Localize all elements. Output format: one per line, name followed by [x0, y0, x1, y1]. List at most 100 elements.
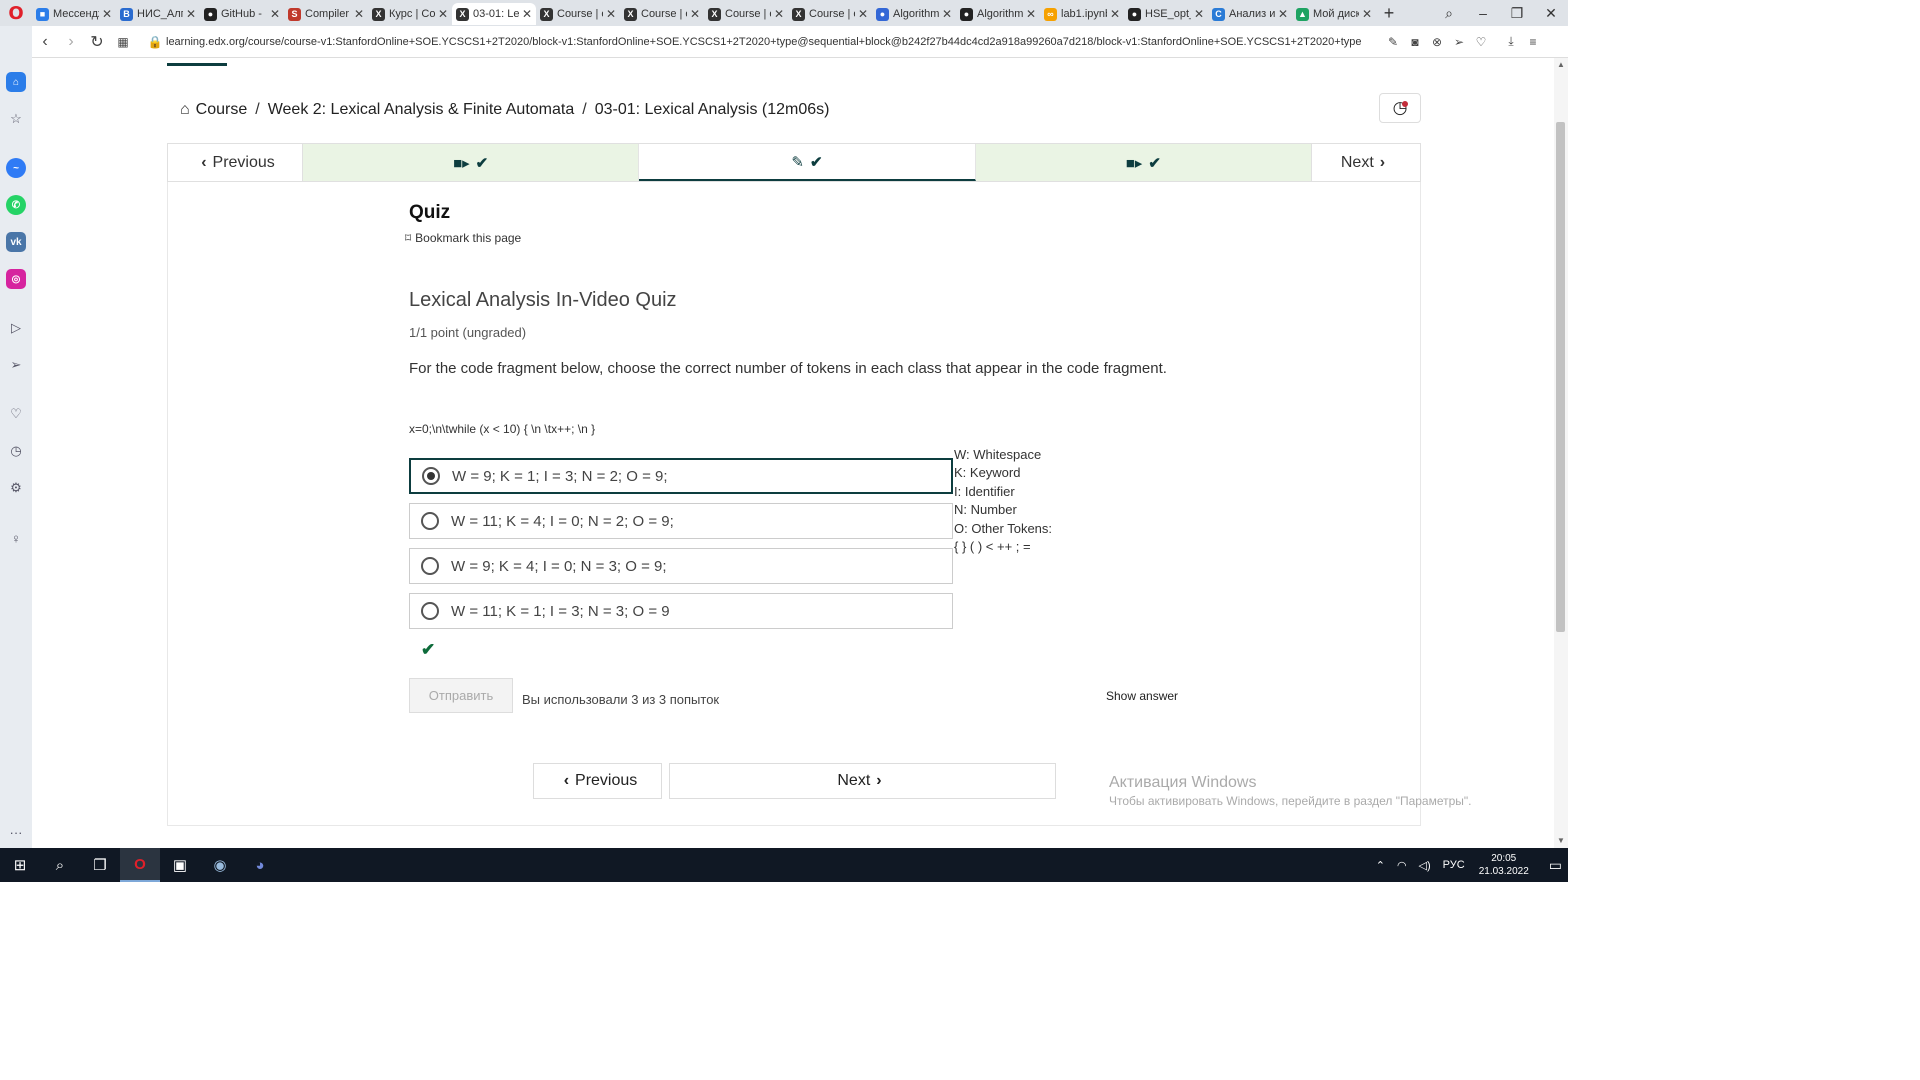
bottom-previous-button[interactable]: ‹ Previous: [533, 763, 662, 799]
close-tab-icon[interactable]: ✕: [858, 7, 868, 21]
browser-tab[interactable]: ● HSE_opt_ ✕: [1124, 3, 1208, 25]
discord-taskbar-icon[interactable]: ◕: [240, 848, 280, 882]
history-icon[interactable]: ◷: [6, 441, 26, 461]
unit-video-2[interactable]: ■▸ ✔: [975, 144, 1311, 181]
sequence-next-button[interactable]: Next ›: [1310, 144, 1420, 181]
volume-icon[interactable]: ◁): [1419, 859, 1431, 872]
breadcrumb-course[interactable]: Course: [196, 101, 248, 119]
close-tab-icon[interactable]: ✕: [270, 7, 280, 21]
radio-button[interactable]: [421, 602, 439, 620]
heart-icon[interactable]: ♡: [1470, 35, 1492, 49]
submit-button[interactable]: Отправить: [409, 678, 513, 713]
close-tab-icon[interactable]: ✕: [1110, 7, 1120, 21]
adblock-icon[interactable]: ⊗: [1426, 35, 1448, 49]
scroll-down-icon[interactable]: ▼: [1557, 836, 1565, 845]
reload-icon[interactable]: ↻: [84, 32, 110, 52]
close-tab-icon[interactable]: ✕: [1026, 7, 1036, 21]
settings-gear-icon[interactable]: ⚙: [6, 478, 26, 498]
star-icon[interactable]: ☆: [6, 109, 26, 129]
show-answer-button[interactable]: Show answer: [1106, 689, 1178, 703]
close-tab-icon[interactable]: ✕: [1194, 7, 1204, 21]
page-scrollbar[interactable]: ▲ ▼: [1554, 58, 1568, 848]
browser-tab[interactable]: ● GitHub - ✕: [200, 3, 284, 25]
search-icon[interactable]: ⌕: [40, 848, 80, 882]
scroll-up-icon[interactable]: ▲: [1557, 60, 1565, 69]
sequence-previous-button[interactable]: ‹ Previous: [168, 144, 303, 181]
browser-tab[interactable]: ▲ Мой диск ✕: [1292, 3, 1376, 25]
vk-icon[interactable]: vk: [6, 232, 26, 252]
tab-grid-icon[interactable]: ▦: [110, 35, 136, 49]
browser-tab[interactable]: X Course | e ✕: [788, 3, 872, 25]
clock[interactable]: 20:05 21.03.2022: [1479, 852, 1529, 878]
scroll-thumb[interactable]: [1556, 122, 1565, 632]
download-icon[interactable]: ⤓: [1500, 34, 1522, 49]
browser-tab[interactable]: ■ Мессендж✕: [32, 3, 116, 25]
radio-button[interactable]: [422, 467, 440, 485]
unit-problem-active[interactable]: ✎ ✔: [639, 144, 976, 181]
windows-start-icon[interactable]: ⊞: [0, 848, 40, 882]
lightbulb-icon[interactable]: ♀: [6, 528, 26, 548]
home-icon[interactable]: ⌂: [6, 72, 26, 92]
browser-tab[interactable]: X Курс | Co ✕: [368, 3, 452, 25]
browser-tab[interactable]: X Course | e ✕: [536, 3, 620, 25]
edit-icon[interactable]: ✎: [1382, 35, 1404, 49]
new-tab-button[interactable]: +: [1376, 3, 1402, 24]
browser-taskbar-icon[interactable]: ◉: [200, 848, 240, 882]
browser-tab[interactable]: В НИС_Алг ✕: [116, 3, 200, 25]
notifications-icon[interactable]: ▭: [1549, 857, 1562, 874]
forward-icon[interactable]: ›: [58, 33, 84, 51]
close-tab-icon[interactable]: ✕: [522, 7, 532, 21]
browser-tab[interactable]: ● Algorithm ✕: [956, 3, 1040, 25]
instagram-icon[interactable]: ◎: [6, 269, 26, 289]
breadcrumb-week[interactable]: Week 2: Lexical Analysis & Finite Automa…: [268, 101, 575, 119]
unit-video-1[interactable]: ■▸ ✔: [303, 144, 640, 181]
app-taskbar-icon[interactable]: ▣: [160, 848, 200, 882]
player-icon[interactable]: ▷: [6, 318, 26, 338]
opera-taskbar-icon[interactable]: O: [120, 848, 160, 882]
close-tab-icon[interactable]: ✕: [354, 7, 364, 21]
lock-icon[interactable]: 🔒: [144, 35, 166, 49]
radio-button[interactable]: [421, 512, 439, 530]
close-tab-icon[interactable]: ✕: [774, 7, 784, 21]
breadcrumb-unit[interactable]: 03-01: Lexical Analysis (12m06s): [595, 101, 830, 119]
close-tab-icon[interactable]: ✕: [606, 7, 616, 21]
browser-tab[interactable]: X Course | e ✕: [704, 3, 788, 25]
radio-button[interactable]: [421, 557, 439, 575]
send-flow-icon[interactable]: ➢: [6, 355, 26, 375]
choice-option-2[interactable]: W = 11; K = 4; I = 0; N = 2; O = 9;: [409, 503, 953, 539]
tray-chevron-icon[interactable]: ⌃: [1376, 859, 1385, 872]
snapshot-icon[interactable]: ◙: [1404, 35, 1426, 49]
wifi-icon[interactable]: ◠: [1397, 859, 1407, 872]
choice-option-4[interactable]: W = 11; K = 1; I = 3; N = 3; O = 9: [409, 593, 953, 629]
opera-menu-icon[interactable]: O: [0, 0, 32, 26]
close-tab-icon[interactable]: ✕: [690, 7, 700, 21]
close-tab-icon[interactable]: ✕: [438, 7, 448, 21]
close-tab-icon[interactable]: ✕: [1278, 7, 1288, 21]
browser-tab[interactable]: S Compiler ✕: [284, 3, 368, 25]
send-icon[interactable]: ➢: [1448, 35, 1470, 49]
close-window-icon[interactable]: ✕: [1534, 5, 1568, 22]
url-field[interactable]: learning.edx.org/course/course-v1:Stanfo…: [166, 36, 1376, 48]
browser-tab[interactable]: C Анализ и ✕: [1208, 3, 1292, 25]
restore-icon[interactable]: ❐: [1500, 5, 1534, 22]
search-tabs-icon[interactable]: ⌕: [1432, 5, 1466, 22]
whatsapp-icon[interactable]: ✆: [6, 195, 26, 215]
choice-option-3[interactable]: W = 9; K = 4; I = 0; N = 3; O = 9;: [409, 548, 953, 584]
close-tab-icon[interactable]: ✕: [942, 7, 952, 21]
close-tab-icon[interactable]: ✕: [102, 7, 112, 21]
easy-setup-icon[interactable]: ≡: [1522, 35, 1544, 49]
task-view-icon[interactable]: ❐: [80, 848, 120, 882]
minimize-icon[interactable]: –: [1466, 5, 1500, 21]
close-tab-icon[interactable]: ✕: [1362, 7, 1372, 21]
bottom-next-button[interactable]: Next ›: [669, 763, 1056, 799]
browser-tab[interactable]: ● Algorithm ✕: [872, 3, 956, 25]
messenger-icon[interactable]: ~: [6, 158, 26, 178]
close-tab-icon[interactable]: ✕: [186, 7, 196, 21]
browser-tab[interactable]: X Course | e ✕: [620, 3, 704, 25]
language-indicator[interactable]: РУС: [1443, 859, 1465, 871]
favorites-heart-icon[interactable]: ♡: [6, 404, 26, 424]
back-icon[interactable]: ‹: [32, 33, 58, 51]
notifications-button[interactable]: ◷: [1379, 93, 1421, 123]
bookmark-button[interactable]: ⌑ Bookmark this page: [405, 231, 521, 245]
browser-tab[interactable]: X 03-01: Le ✕: [452, 3, 536, 25]
